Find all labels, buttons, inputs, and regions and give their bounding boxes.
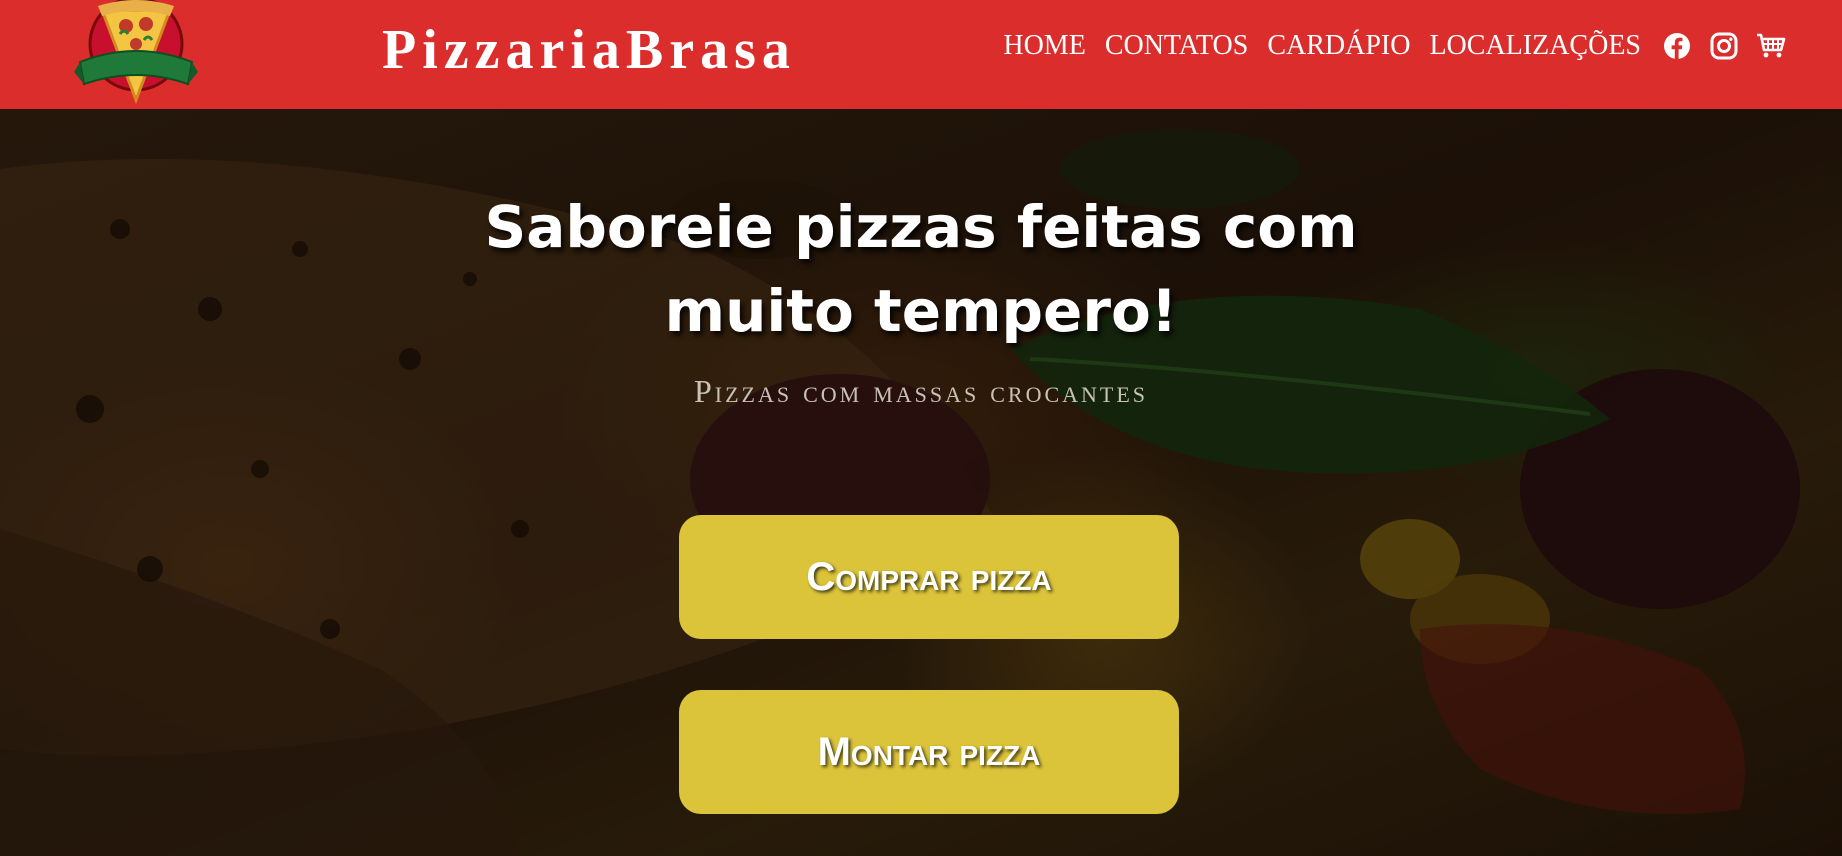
- build-pizza-button[interactable]: Montar pizza: [679, 690, 1179, 814]
- brand-name[interactable]: PizzariaBrasa: [382, 6, 796, 94]
- nav-cardapio[interactable]: CARDÁPIO: [1267, 30, 1410, 62]
- nav-localizacoes[interactable]: LOCALIZAÇÕES: [1429, 30, 1641, 62]
- nav-contatos[interactable]: CONTATOS: [1105, 30, 1249, 62]
- main-nav: HOME CONTATOS CARDÁPIO LOCALIZAÇÕES: [1003, 0, 1842, 92]
- nav-home[interactable]: HOME: [1003, 30, 1085, 62]
- hero-section: Saboreie pizzas feitas com muito tempero…: [0, 109, 1842, 856]
- pizza-logo-icon[interactable]: [74, 0, 198, 106]
- hero-subtitle: Pizzas com massas crocantes: [693, 373, 1149, 409]
- top-navbar: PizzariaBrasa HOME CONTATOS CARDÁPIO LOC…: [0, 0, 1842, 109]
- instagram-icon[interactable]: [1709, 31, 1739, 61]
- facebook-icon[interactable]: [1662, 31, 1692, 61]
- cart-icon[interactable]: [1756, 31, 1786, 61]
- hero-title: Saboreie pizzas feitas com muito tempero…: [484, 193, 1358, 345]
- buy-pizza-button[interactable]: Comprar pizza: [679, 515, 1179, 639]
